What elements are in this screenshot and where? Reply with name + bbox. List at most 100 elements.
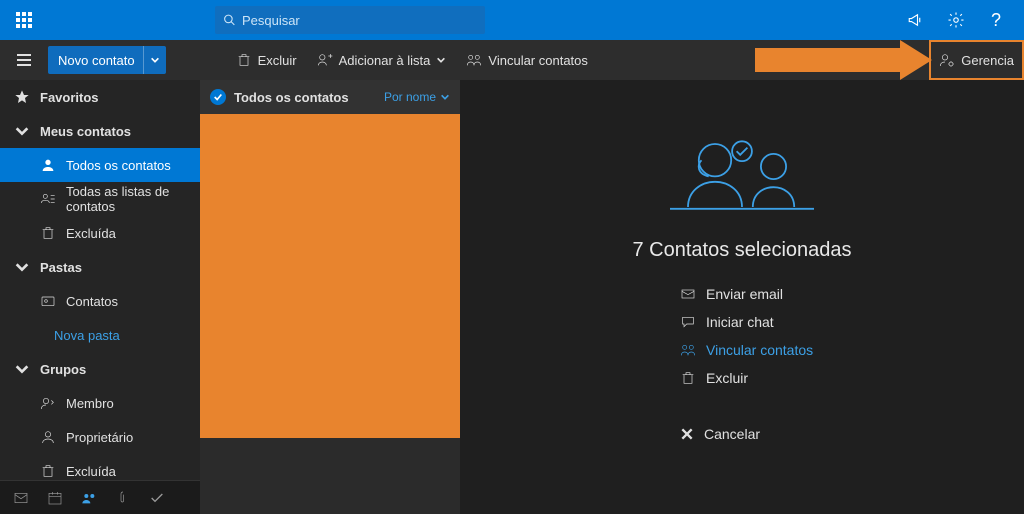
star-icon [14,89,30,105]
mail-icon [13,490,29,506]
new-contact-button[interactable]: Novo contato [48,46,166,74]
manage-button[interactable]: Gerencia [929,40,1024,80]
contact-list-column: Todos os contatos Por nome [200,80,460,514]
list-add-icon [317,52,333,68]
command-toolbar: Novo contato Excluir Adicionar à lista V… [0,40,1024,80]
add-to-list-button[interactable]: Adicionar à lista [307,40,457,80]
nav-toggle-button[interactable] [8,44,40,76]
nav-all-lists[interactable]: Todas as listas de contatos [0,182,200,216]
contact-list-header: Todos os contatos Por nome [200,80,460,114]
folder-icon [40,293,56,309]
add-to-list-dropdown[interactable] [436,53,446,68]
detail-pane: 7 Contatos selecionadas Enviar email Ini… [460,80,1024,514]
sort-button[interactable]: Por nome [384,90,450,104]
delete-button[interactable]: Excluir [226,40,307,80]
todo-module-button[interactable] [142,483,172,513]
redacted-contact-list [200,114,460,438]
nav-all-lists-label: Todas as listas de contatos [66,184,186,214]
nav-member-label: Membro [66,396,114,411]
owner-icon [40,429,56,445]
chevron-down-icon [14,361,30,377]
selection-actions: Enviar email Iniciar chat Vincular conta… [680,286,813,386]
nav-groups-label: Grupos [40,362,86,377]
link-contacts-icon [466,52,482,68]
nav-contacts-folder[interactable]: Contatos [0,284,200,318]
link-contacts-label: Vincular contatos [488,53,588,68]
nav-favorites[interactable]: Favoritos [0,80,200,114]
chevron-down-icon [14,259,30,275]
person-gear-icon [939,52,955,68]
nav-my-contacts[interactable]: Meus contatos [0,114,200,148]
nav-folders-label: Pastas [40,260,82,275]
nav-all-contacts[interactable]: Todos os contatos [0,148,200,182]
nav-deleted-label: Excluída [66,226,116,241]
waffle-icon [16,12,32,28]
check-icon [149,490,165,506]
nav-folders[interactable]: Pastas [0,250,200,284]
nav-owner[interactable]: Proprietário [0,420,200,454]
search-input[interactable] [242,13,477,28]
link-contacts-action[interactable]: Vincular contatos [680,342,813,358]
nav-my-contacts-label: Meus contatos [40,124,131,139]
nav-all-contacts-label: Todos os contatos [66,158,171,173]
link-contacts-button[interactable]: Vincular contatos [456,40,598,80]
close-icon [680,427,694,441]
check-icon [213,92,223,102]
calendar-module-button[interactable] [40,483,70,513]
nav-member[interactable]: Membro [0,386,200,420]
chevron-down-icon [14,123,30,139]
nav-owner-label: Proprietário [66,430,133,445]
gear-icon [947,11,965,29]
nav-deleted-groups[interactable]: Excluída [0,454,200,480]
send-email-action[interactable]: Enviar email [680,286,813,302]
nav-deleted-groups-label: Excluída [66,464,116,479]
trash-icon [40,225,56,241]
delete-label: Excluir [258,53,297,68]
megaphone-icon [907,11,925,29]
member-icon [40,395,56,411]
nav-contacts-folder-label: Contatos [66,294,118,309]
app-launcher-button[interactable] [8,4,40,36]
new-contact-dropdown[interactable] [143,46,166,74]
chevron-down-icon [150,55,160,65]
start-chat-action[interactable]: Iniciar chat [680,314,813,330]
attachment-icon [115,490,131,506]
delete-action[interactable]: Excluir [680,370,813,386]
mail-module-button[interactable] [6,483,36,513]
mail-icon [680,286,696,302]
files-module-button[interactable] [108,483,138,513]
feedback-button[interactable] [896,0,936,40]
person-icon [40,157,56,173]
hamburger-icon [17,54,31,66]
people-module-button[interactable] [74,483,104,513]
delete-action-label: Excluir [706,370,748,386]
calendar-icon [47,490,63,506]
cancel-action[interactable]: Cancelar [680,426,760,442]
sort-label: Por nome [384,90,436,104]
nav-deleted[interactable]: Excluída [0,216,200,250]
trash-icon [680,370,696,386]
module-switcher [0,480,200,514]
chevron-down-icon [440,92,450,102]
top-right-icons: ? [896,0,1016,40]
selection-illustration [652,126,832,221]
start-chat-label: Iniciar chat [706,314,774,330]
nav-groups[interactable]: Grupos [0,352,200,386]
nav-new-folder[interactable]: Nova pasta [0,318,200,352]
contact-list-icon [40,191,56,207]
select-all-checkbox[interactable] [210,89,226,105]
nav-new-folder-label: Nova pasta [54,328,120,343]
chevron-down-icon [436,55,446,65]
manage-label: Gerencia [961,53,1014,68]
settings-button[interactable] [936,0,976,40]
help-button[interactable]: ? [976,0,1016,40]
trash-icon [40,463,56,479]
question-icon: ? [991,10,1001,31]
cancel-label: Cancelar [704,426,760,442]
search-box[interactable] [215,6,485,34]
trash-icon [236,52,252,68]
link-contacts-icon [680,342,696,358]
search-icon [223,13,236,27]
new-contact-label: Novo contato [58,53,135,68]
send-email-label: Enviar email [706,286,783,302]
